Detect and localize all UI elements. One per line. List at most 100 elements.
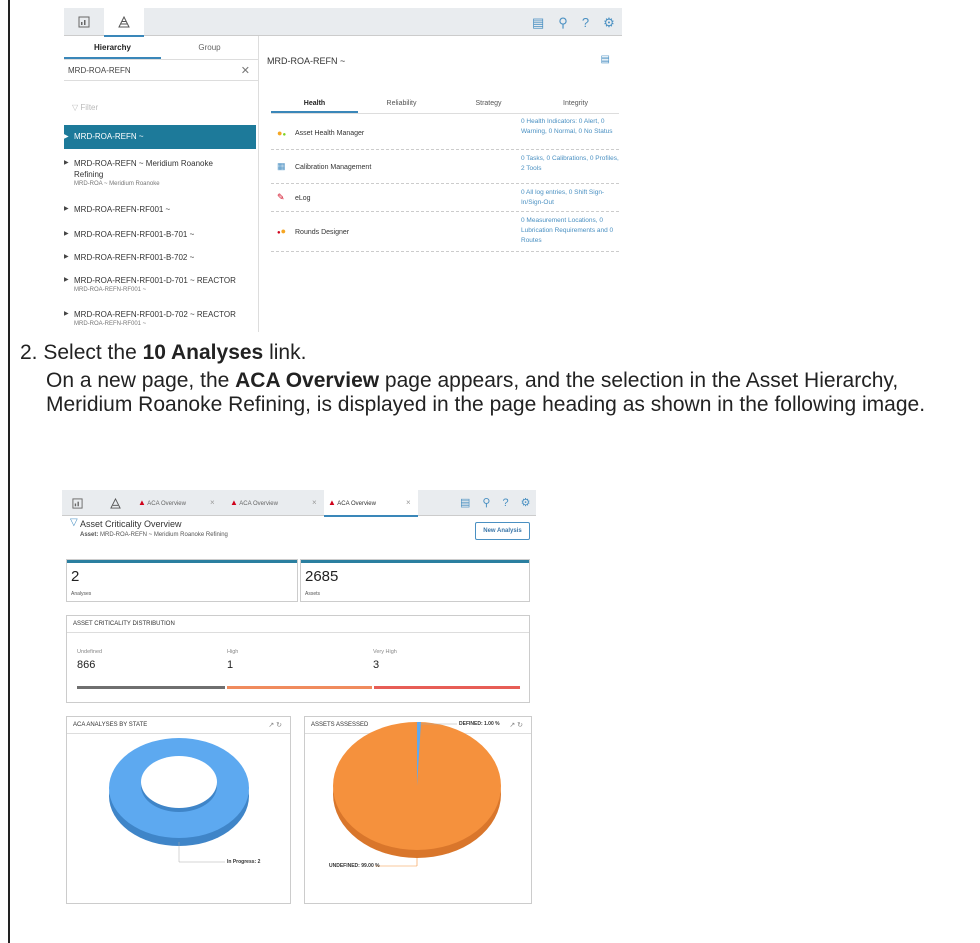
kpi-accent-bar [67, 560, 297, 563]
module-label[interactable]: eLog [295, 195, 311, 202]
left-panel: Hierarchy Group MRD-ROA-REFN ✕ ▽ Filter … [64, 36, 258, 332]
tab-group[interactable]: Group [161, 36, 258, 59]
hierarchy-tab[interactable] [104, 8, 144, 37]
tab-health[interactable]: Health [271, 94, 358, 113]
search-icon[interactable]: ⚲ [482, 497, 490, 509]
tab-label: ACA Overview [147, 501, 186, 507]
tree-item[interactable]: ▶ MRD-ROA-REFN-RF001 ~ [64, 204, 256, 215]
dist-undefined[interactable]: Undefined 866 [77, 649, 102, 671]
help-icon[interactable]: ? [582, 16, 589, 29]
module-row: ▦ Calibration Management 0 Tasks, 0 Cali… [271, 152, 619, 184]
dashboard-tab[interactable] [62, 490, 92, 516]
document-icon[interactable]: ▤ [532, 16, 544, 29]
step-description: On a new page, the ACA Overview page app… [46, 369, 976, 417]
tree-item[interactable]: ▶ MRD-ROA-REFN-RF001-D-701 ~ REACTOR MRD… [64, 275, 256, 295]
aca-icon: ▲ [230, 498, 238, 507]
module-value-link[interactable]: 0 Tasks, 0 Calibrations, 0 Profiles, 2 T… [521, 154, 621, 174]
expand-icon[interactable]: ▶ [64, 310, 69, 317]
kpi-value: 2685 [305, 568, 339, 585]
expand-icon[interactable]: ▶ [64, 276, 69, 283]
tab-aca-overview[interactable]: ▲ ACA Overview × [138, 490, 222, 516]
expand-icon[interactable]: ▶ [64, 159, 69, 166]
kpi-card-assets[interactable]: 2685 Assets [300, 559, 530, 602]
dist-label: Undefined [77, 649, 103, 655]
help-icon[interactable]: ? [502, 497, 508, 509]
elog-icon: ✎ [277, 192, 285, 202]
expand-icon[interactable]: ▶ [64, 253, 69, 260]
state-donut-chart [109, 738, 249, 863]
para-bold: ACA Overview [235, 369, 380, 392]
close-icon[interactable]: × [406, 490, 411, 516]
asset-value: MRD-ROA-REFN ~ Meridium Roanoke Refining [100, 532, 228, 538]
module-label[interactable]: Rounds Designer [295, 229, 349, 236]
tree-item[interactable]: ▶ MRD-ROA-REFN-RF001-B-702 ~ [64, 252, 256, 263]
analyses-link-ref: 10 Analyses [142, 341, 264, 364]
dashboard-tab[interactable] [64, 8, 104, 36]
aca-icon: ▲ [328, 498, 336, 507]
dist-value: 866 [77, 659, 96, 671]
assessed-pie-chart [333, 721, 501, 867]
close-icon[interactable]: × [210, 490, 215, 516]
filter-input[interactable]: ▽ Filter [72, 103, 98, 112]
tab-strategy[interactable]: Strategy [445, 94, 532, 113]
dist-bar-high [227, 686, 372, 689]
module-row: ✎ eLog 0 All log entries, 0 Shift Sign-I… [271, 186, 619, 212]
tab-aca-overview[interactable]: ▲ ACA Overview × [230, 490, 320, 516]
filter-icon[interactable]: ▽ [70, 517, 78, 528]
tab-integrity[interactable]: Integrity [532, 94, 619, 113]
tree-item-sub: MRD-ROA-REFN-RF001 ~ [74, 287, 147, 293]
tab-hierarchy[interactable]: Hierarchy [64, 36, 161, 59]
kpi-accent-bar [301, 560, 529, 563]
module-label[interactable]: Calibration Management [295, 164, 371, 171]
dist-value: 3 [373, 659, 380, 671]
tree-item-label: MRD-ROA-REFN-RF001 ~ [74, 205, 171, 214]
settings-icon[interactable]: ⚙ [521, 497, 531, 509]
dist-very-high[interactable]: Very High 3 [373, 649, 397, 671]
document-icon[interactable]: ▤ [601, 54, 610, 65]
left-margin-rule [8, 0, 10, 943]
calibration-icon: ▦ [277, 161, 286, 171]
tree-item[interactable]: ▶ MRD-ROA-REFN-RF001-D-702 ~ REACTOR MRD… [64, 309, 256, 329]
tree-item[interactable]: ▶ MRD-ROA-REFN ~ [64, 125, 256, 149]
step-text: 2. Select the 10 Analyses link. [20, 340, 970, 365]
hierarchy-icon [118, 15, 130, 27]
dist-bar-very-high [374, 686, 520, 689]
tab-reliability[interactable]: Reliability [358, 94, 445, 113]
module-value-link[interactable]: 0 All log entries, 0 Shift Sign-In/Sign-… [521, 188, 621, 208]
assessed-chart-body: DEFINED: 1.00 % UNDEFINED: 99.00 % [304, 716, 532, 904]
clear-icon[interactable]: ✕ [241, 61, 250, 81]
expand-icon[interactable]: ▶ [64, 230, 69, 237]
dashboard-icon [71, 497, 83, 509]
dist-value: 1 [227, 659, 234, 671]
aca-icon: ▲ [138, 498, 146, 507]
search-icon[interactable]: ⚲ [558, 16, 568, 29]
tree-item-sub: MRD-ROA-REFN-RF001 ~ [74, 321, 147, 327]
toolbar-actions: ▤ ⚲ ? ⚙ [460, 490, 530, 516]
kpi-value: 2 [71, 568, 80, 585]
document-icon[interactable]: ▤ [460, 497, 470, 509]
step-number: 2. [20, 341, 38, 364]
expand-icon[interactable]: ▶ [64, 205, 69, 212]
new-analysis-button[interactable]: New Analysis [475, 522, 530, 540]
tab-label: ACA Overview [337, 501, 376, 507]
tree-item[interactable]: ▶ MRD-ROA-REFN ~ Meridium Roanoke Refini… [64, 158, 256, 189]
search-input[interactable]: MRD-ROA-REFN ✕ [64, 61, 258, 81]
kpi-card-analyses[interactable]: 2 Analyses [66, 559, 298, 602]
distribution-card: ASSET CRITICALITY DISTRIBUTION Undefined… [66, 615, 530, 703]
defined-slice-label: DEFINED: 1.00 % [459, 721, 500, 727]
step-pre: Select the [43, 341, 143, 364]
settings-icon[interactable]: ⚙ [603, 16, 615, 29]
tree-item-label: MRD-ROA-REFN-RF001-D-702 ~ REACTOR [74, 310, 236, 319]
module-label[interactable]: Asset Health Manager [295, 130, 364, 137]
hierarchy-tab[interactable] [100, 490, 130, 516]
toolbar: ▤ ⚲ ? ⚙ [64, 8, 622, 37]
close-icon[interactable]: × [312, 490, 317, 516]
module-value-link[interactable]: 0 Measurement Locations, 0 Lubrication R… [521, 216, 621, 246]
tab-aca-overview-active[interactable]: ▲ ACA Overview × [324, 490, 418, 517]
dist-high[interactable]: High 1 [227, 649, 238, 671]
tree-item-label: MRD-ROA-REFN ~ [74, 132, 144, 141]
module-value-link[interactable]: 0 Health Indicators: 0 Alert, 0 Warning,… [521, 117, 621, 137]
tree-item[interactable]: ▶ MRD-ROA-REFN-RF001-B-701 ~ [64, 229, 256, 240]
toolbar: ▲ ACA Overview × ▲ ACA Overview × ▲ ACA … [62, 490, 536, 517]
expand-icon[interactable]: ▶ [64, 133, 69, 140]
